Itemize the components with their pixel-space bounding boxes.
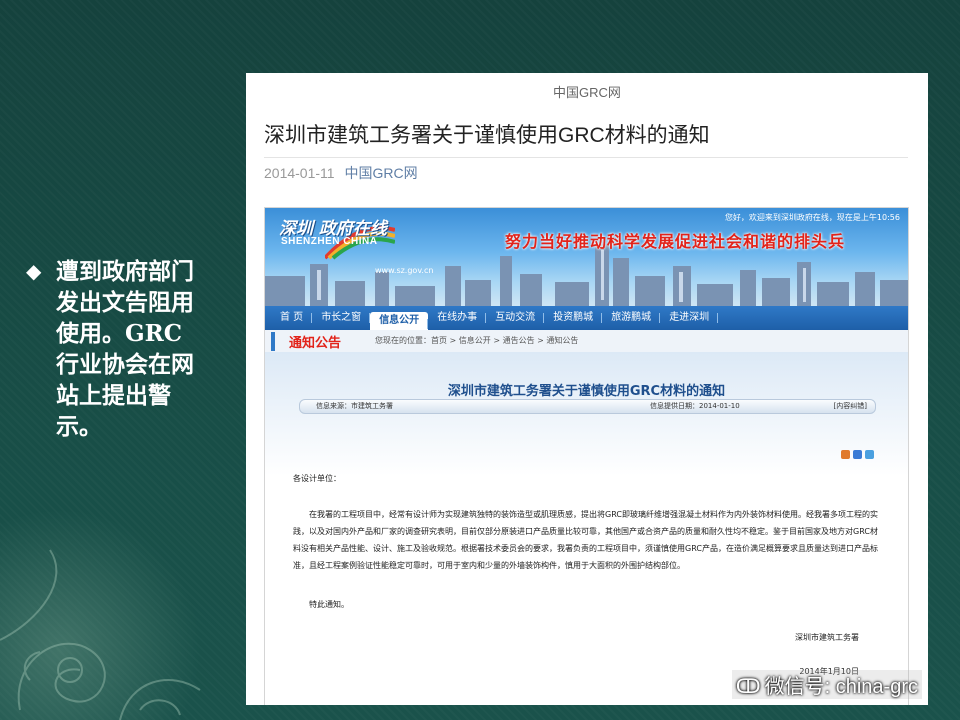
notice-body: 在我署的工程项目中，经常有设计师为实现建筑独特的装饰造型或肌理质感，提出将GRC… — [293, 510, 878, 570]
rss-icon[interactable] — [841, 450, 850, 459]
section-label: 通知公告 — [271, 332, 341, 351]
bullet-list: ◆ 遭到政府部门发出文告阻用使用。GRC行业协会在网站上提出警示。 — [26, 256, 226, 442]
article-meta: 2014-01-11 中国GRC网 — [264, 163, 418, 183]
gov-nav-item[interactable]: 投资鹏城 — [544, 306, 603, 330]
site-name: 中国GRC网 — [553, 85, 621, 100]
salutation: 各设计单位： — [293, 474, 341, 483]
notice-info-bar: 信息来源：市建筑工务署 信息提供日期：2014-01-10 [内容纠错] — [299, 399, 876, 414]
gov-logo-en: SHENZHEN CHINA — [281, 236, 378, 247]
gov-nav-bar: 首 页市长之窗 信息公开 在线办事 互动交流 投资鹏城 旅游鹏城 走进深圳 — [265, 306, 908, 330]
gov-header-banner: 深圳 政府在线 SHENZHEN CHINA www.sz.gov.cn 您好，… — [265, 208, 908, 306]
decorative-ornament — [0, 549, 201, 720]
share-icon[interactable] — [853, 450, 862, 459]
gov-nav-item[interactable]: 信息公开 — [370, 312, 429, 330]
wechat-watermark: ↀ 微信号: china-grc — [731, 670, 922, 699]
diamond-bullet-icon: ◆ — [26, 259, 42, 283]
bullet-item: ◆ 遭到政府部门发出文告阻用使用。GRC行业协会在网站上提出警示。 — [26, 256, 226, 442]
notice-content: 深圳市建筑工务署关于谨慎使用GRC材料的通知 信息来源：市建筑工务署 信息提供日… — [265, 352, 908, 705]
gov-welcome-text: 您好，欢迎来到深圳政府在线，现在是上午10:56 — [724, 213, 900, 222]
article-date: 2014-01-11 — [264, 165, 335, 181]
gov-slogan: 努力当好推动科学发展促进社会和谐的排头兵 — [505, 232, 846, 251]
article-title: 深圳市建筑工务署关于谨慎使用GRC材料的通知 — [264, 124, 710, 147]
gov-site-screenshot: 深圳 政府在线 SHENZHEN CHINA www.sz.gov.cn 您好，… — [264, 207, 909, 705]
gov-logo-url: www.sz.gov.cn — [375, 266, 434, 275]
info-source: 信息来源：市建筑工务署 — [316, 402, 393, 410]
article-screenshot: 中国GRC网 深圳市建筑工务署关于谨慎使用GRC材料的通知 2014-01-11… — [246, 73, 928, 705]
signature: 深圳市建筑工务署 — [795, 633, 859, 642]
add-icon[interactable] — [865, 450, 874, 459]
bullet-text: 遭到政府部门发出文告阻用使用。GRC行业协会在网站上提出警示。 — [56, 258, 194, 440]
content-correction-link[interactable]: [内容纠错] — [834, 401, 867, 411]
share-icons — [841, 450, 874, 459]
wechat-icon: ↀ — [735, 676, 761, 698]
notice-title: 深圳市建筑工务署关于谨慎使用GRC材料的通知 — [447, 384, 726, 399]
gov-nav-item[interactable]: 首 页 — [271, 306, 313, 330]
gov-subheader: 通知公告 您现在的位置：首页 > 信息公开 > 通告公告 > 通知公告 — [265, 330, 908, 353]
gov-nav-item[interactable]: 在线办事 — [428, 306, 487, 330]
gov-nav-item[interactable]: 旅游鹏城 — [602, 306, 661, 330]
breadcrumb: 您现在的位置：首页 > 信息公开 > 通告公告 > 通知公告 — [375, 336, 579, 345]
info-date: 信息提供日期：2014-01-10 — [650, 402, 740, 410]
gov-nav-item[interactable]: 互动交流 — [486, 306, 545, 330]
gov-nav-item[interactable]: 走进深圳 — [660, 306, 719, 330]
closing: 特此通知。 — [309, 600, 349, 609]
article-source-link[interactable]: 中国GRC网 — [344, 165, 417, 181]
gov-nav-item[interactable]: 市长之窗 — [312, 306, 371, 330]
divider — [264, 157, 908, 158]
watermark-text: 微信号: china-grc — [764, 676, 918, 698]
